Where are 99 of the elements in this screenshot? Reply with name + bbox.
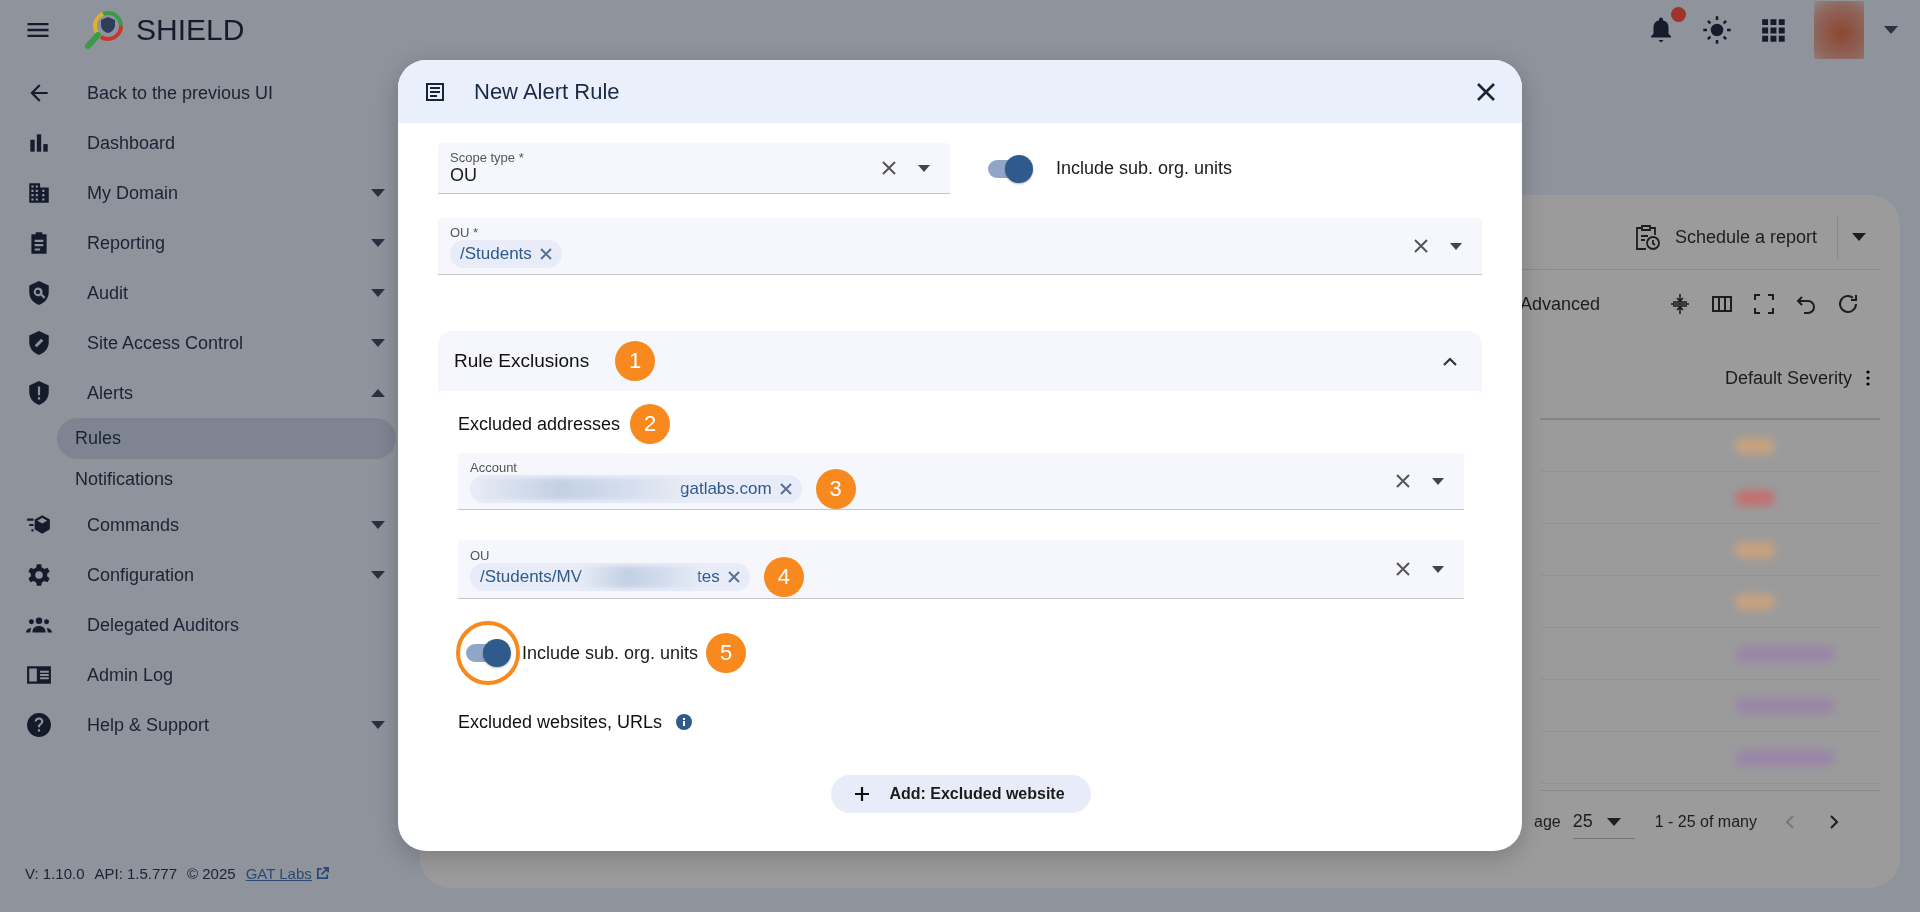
nav-icon	[26, 712, 52, 738]
toggle-label: Include sub. org. units	[522, 642, 699, 664]
rows-per-page-select[interactable]: 25	[1572, 805, 1635, 839]
api-version-text: API: 1.5.777	[94, 865, 178, 882]
chip-label: /Students	[460, 243, 532, 264]
clear-icon[interactable]	[1394, 560, 1412, 578]
nav-icon	[26, 330, 52, 356]
caret-icon[interactable]	[1450, 242, 1462, 250]
toggle-switch[interactable]	[464, 638, 512, 668]
nav-item[interactable]: Reporting	[0, 218, 420, 268]
nav-icon	[26, 180, 52, 206]
remove-icon[interactable]	[539, 247, 552, 260]
clear-icon[interactable]	[1394, 472, 1412, 490]
chip[interactable]: /Students	[450, 239, 562, 268]
caret-icon[interactable]	[1852, 233, 1866, 241]
clear-icon[interactable]	[880, 159, 898, 177]
nav-icon	[26, 562, 52, 588]
field-label: OU *	[450, 224, 480, 240]
caret-icon[interactable]	[371, 189, 385, 197]
app-title: SHIELD	[136, 13, 245, 47]
more-icon[interactable]	[1866, 370, 1870, 386]
logo-icon	[82, 8, 126, 52]
caret-icon[interactable]	[1432, 477, 1444, 485]
caret-icon[interactable]	[371, 239, 385, 247]
chip[interactable]: gatlabs.com	[470, 474, 802, 503]
page-range: 1 - 25 of many	[1654, 813, 1757, 831]
panel-header[interactable]: Rule Exclusions 1	[438, 331, 1482, 391]
nav-icon	[26, 280, 52, 306]
nav-item[interactable]: Audit	[0, 268, 420, 318]
plus-icon	[853, 785, 872, 803]
company-link[interactable]: GAT Labs	[245, 865, 329, 882]
nav-item[interactable]: Configuration	[0, 550, 420, 600]
step-badge: 4	[763, 556, 804, 597]
caret-icon[interactable]	[1432, 565, 1444, 573]
toggle-label: Include sub. org. units	[1056, 158, 1233, 179]
nav-item[interactable]: Alerts	[0, 368, 420, 418]
field-label: Account	[470, 459, 518, 475]
section-label: Excluded websites, URLs	[458, 711, 663, 733]
blurred-tag	[1735, 489, 1775, 506]
copyright-text: © 2025	[187, 865, 236, 882]
nav-item[interactable]: Site Access Control	[0, 318, 420, 368]
toggle-switch[interactable]	[986, 153, 1034, 184]
chip-label: gatlabs.com	[680, 478, 772, 499]
remove-icon[interactable]	[727, 570, 740, 583]
caret-icon[interactable]	[1884, 26, 1898, 34]
nav-subitem[interactable]: Notifications	[57, 459, 396, 500]
density-icon[interactable]	[1668, 292, 1692, 316]
caret-icon[interactable]	[918, 164, 930, 172]
step-badge: 2	[630, 404, 671, 444]
select-field[interactable]: OU /Students/MV tes 4	[458, 540, 1464, 599]
step-badge: 1	[615, 341, 656, 381]
fullscreen-icon[interactable]	[1752, 292, 1776, 316]
sun-icon[interactable]	[1702, 15, 1732, 45]
external-link-icon[interactable]	[315, 867, 329, 880]
select-field[interactable]: OU * /Students	[438, 218, 1482, 275]
schedule-report-button[interactable]: Schedule a report	[1624, 215, 1838, 259]
nav-icon	[26, 380, 52, 406]
field-label: Scope type *	[450, 150, 525, 165]
nav-item[interactable]: Commands	[0, 500, 420, 550]
caret-icon[interactable]	[371, 571, 385, 579]
nav-item[interactable]: Dashboard	[0, 118, 420, 168]
dialog-title: New Alert Rule	[474, 78, 621, 105]
blurred-tag	[1735, 541, 1775, 558]
blurred-tag	[1735, 593, 1775, 610]
refresh-icon[interactable]	[1836, 292, 1860, 316]
caret-icon[interactable]	[371, 389, 385, 397]
column-header[interactable]: Default Severity	[1724, 367, 1852, 389]
clear-icon[interactable]	[1412, 237, 1430, 255]
chevron-icon[interactable]	[1442, 356, 1458, 366]
step-badge: 3	[815, 468, 856, 509]
chip[interactable]: /Students/MV tes	[470, 562, 750, 591]
step-badge: 5	[706, 633, 747, 673]
chip-label: tes	[697, 566, 720, 587]
caret-icon[interactable]	[371, 289, 385, 297]
remove-icon[interactable]	[779, 482, 792, 495]
select-field[interactable]: Scope type * OU	[438, 143, 950, 194]
filter-label[interactable]: Advanced	[1520, 293, 1601, 315]
nav-item[interactable]: Admin Log	[0, 650, 420, 700]
info-icon[interactable]	[676, 714, 693, 730]
caret-icon[interactable]	[1606, 817, 1621, 826]
rows-per-page-label: age	[1534, 813, 1561, 831]
caret-icon[interactable]	[371, 521, 385, 529]
blurred-tag	[1735, 437, 1775, 454]
nav-item[interactable]: Back to the previous UI	[0, 68, 420, 118]
nav-item[interactable]: My Domain	[0, 168, 420, 218]
nav-item[interactable]: Help & Support	[0, 700, 420, 750]
select-field[interactable]: Account gatlabs.com 3	[458, 453, 1464, 510]
panel-title: Rule Exclusions	[454, 350, 590, 372]
caret-icon[interactable]	[371, 721, 385, 729]
chip-label: /Students/MV	[480, 566, 583, 587]
field-value: OU	[450, 165, 478, 186]
section-label: Excluded addresses	[458, 413, 621, 435]
field-label: OU	[470, 547, 491, 563]
version-text: V: 1.10.0	[25, 865, 85, 882]
document-icon	[424, 80, 446, 103]
nav-item[interactable]: Delegated Auditors	[0, 600, 420, 650]
caret-icon[interactable]	[371, 339, 385, 347]
add-website-button[interactable]: Add: Excluded website	[831, 775, 1091, 813]
nav-subitem[interactable]: Rules	[57, 418, 396, 459]
